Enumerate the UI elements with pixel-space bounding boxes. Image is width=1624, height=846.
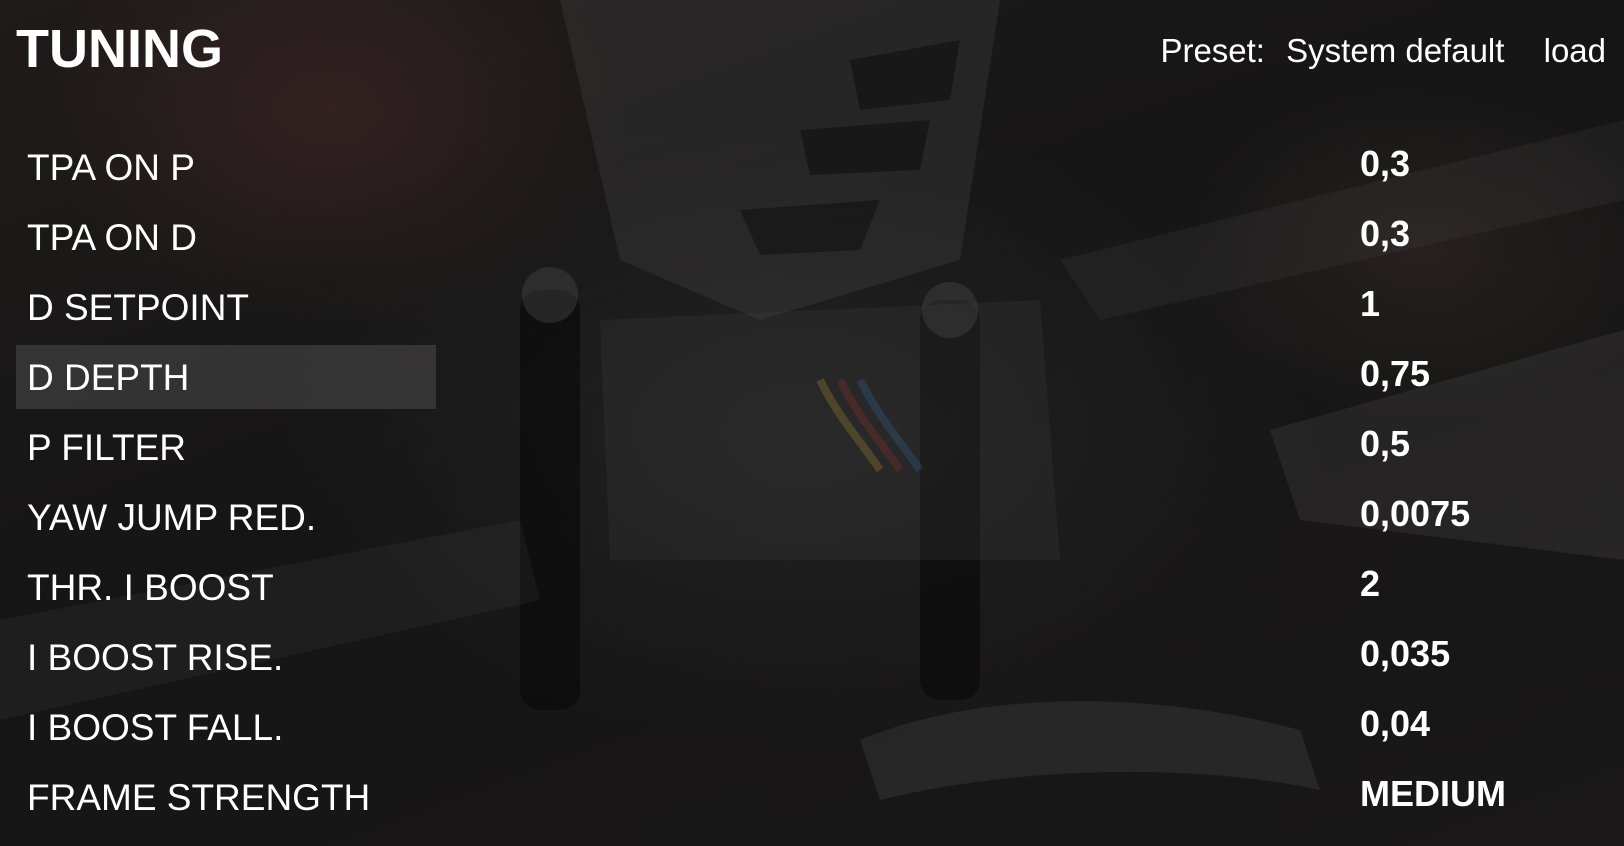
setting-label: D SETPOINT xyxy=(27,287,250,328)
setting-row-d-depth[interactable]: D DEPTH 0,75 xyxy=(16,344,1608,414)
setting-row-thr-i-boost[interactable]: THR. I BOOST 2 xyxy=(16,554,1608,624)
setting-label: TPA ON P xyxy=(27,147,195,188)
setting-row-tpa-on-d[interactable]: TPA ON D 0,3 xyxy=(16,204,1608,274)
setting-label: P FILTER xyxy=(27,427,187,468)
setting-value[interactable]: 0,75 xyxy=(1360,352,1430,396)
setting-value[interactable]: MEDIUM xyxy=(1360,772,1506,816)
setting-label: I BOOST FALL. xyxy=(27,707,284,748)
settings-list: TPA ON P 0,3 TPA ON D 0,3 D SETPOINT 1 D… xyxy=(16,134,1608,834)
preset-label: Preset: xyxy=(1160,32,1265,69)
setting-label: YAW JUMP RED. xyxy=(27,497,317,538)
setting-row-i-boost-fall[interactable]: I BOOST FALL. 0,04 xyxy=(16,694,1608,764)
setting-row-yaw-jump-red[interactable]: YAW JUMP RED. 0,0075 xyxy=(16,484,1608,554)
preset-bar: Preset: System default load xyxy=(1160,31,1606,71)
header: TUNING Preset: System default load xyxy=(0,0,1624,100)
tuning-screen: TUNING Preset: System default load TPA O… xyxy=(0,0,1624,846)
setting-value[interactable]: 0,3 xyxy=(1360,142,1410,186)
setting-label: I BOOST RISE. xyxy=(27,637,284,678)
setting-row-frame-strength[interactable]: FRAME STRENGTH MEDIUM xyxy=(16,764,1608,834)
setting-value[interactable]: 0,04 xyxy=(1360,702,1430,746)
setting-row-tpa-on-p[interactable]: TPA ON P 0,3 xyxy=(16,134,1608,204)
page-title: TUNING xyxy=(16,19,223,79)
setting-value[interactable]: 0,035 xyxy=(1360,632,1450,676)
setting-row-i-boost-rise[interactable]: I BOOST RISE. 0,035 xyxy=(16,624,1608,694)
setting-row-d-setpoint[interactable]: D SETPOINT 1 xyxy=(16,274,1608,344)
setting-label: THR. I BOOST xyxy=(27,567,274,608)
setting-value[interactable]: 0,0075 xyxy=(1360,492,1470,536)
setting-label: D DEPTH xyxy=(27,357,190,398)
setting-value[interactable]: 0,5 xyxy=(1360,422,1410,466)
setting-value[interactable]: 1 xyxy=(1360,282,1380,326)
preset-selector[interactable]: System default xyxy=(1286,31,1504,71)
setting-label: FRAME STRENGTH xyxy=(27,777,371,818)
setting-value[interactable]: 2 xyxy=(1360,562,1380,606)
setting-value[interactable]: 0,3 xyxy=(1360,212,1410,256)
load-button[interactable]: load xyxy=(1544,31,1606,71)
setting-row-p-filter[interactable]: P FILTER 0,5 xyxy=(16,414,1608,484)
setting-label: TPA ON D xyxy=(27,217,197,258)
